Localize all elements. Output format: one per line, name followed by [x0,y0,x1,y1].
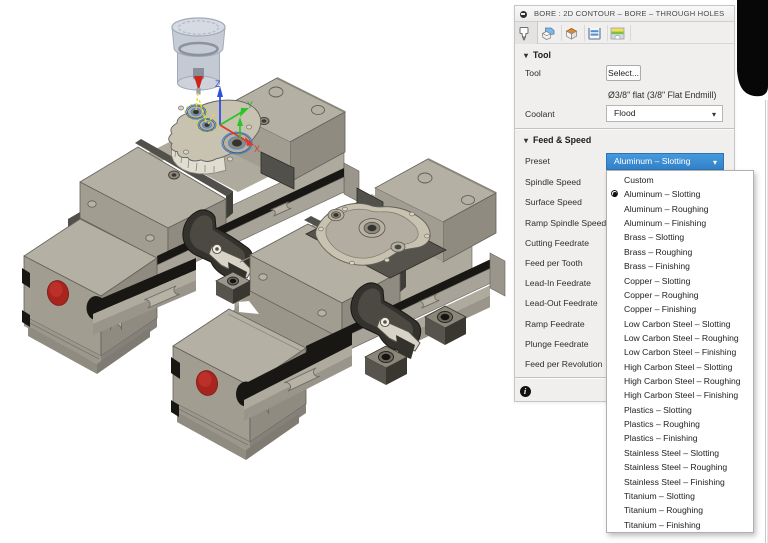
svg-text:Z: Z [215,79,221,89]
svg-text:Y: Y [247,100,253,110]
svg-text:X: X [254,144,260,154]
